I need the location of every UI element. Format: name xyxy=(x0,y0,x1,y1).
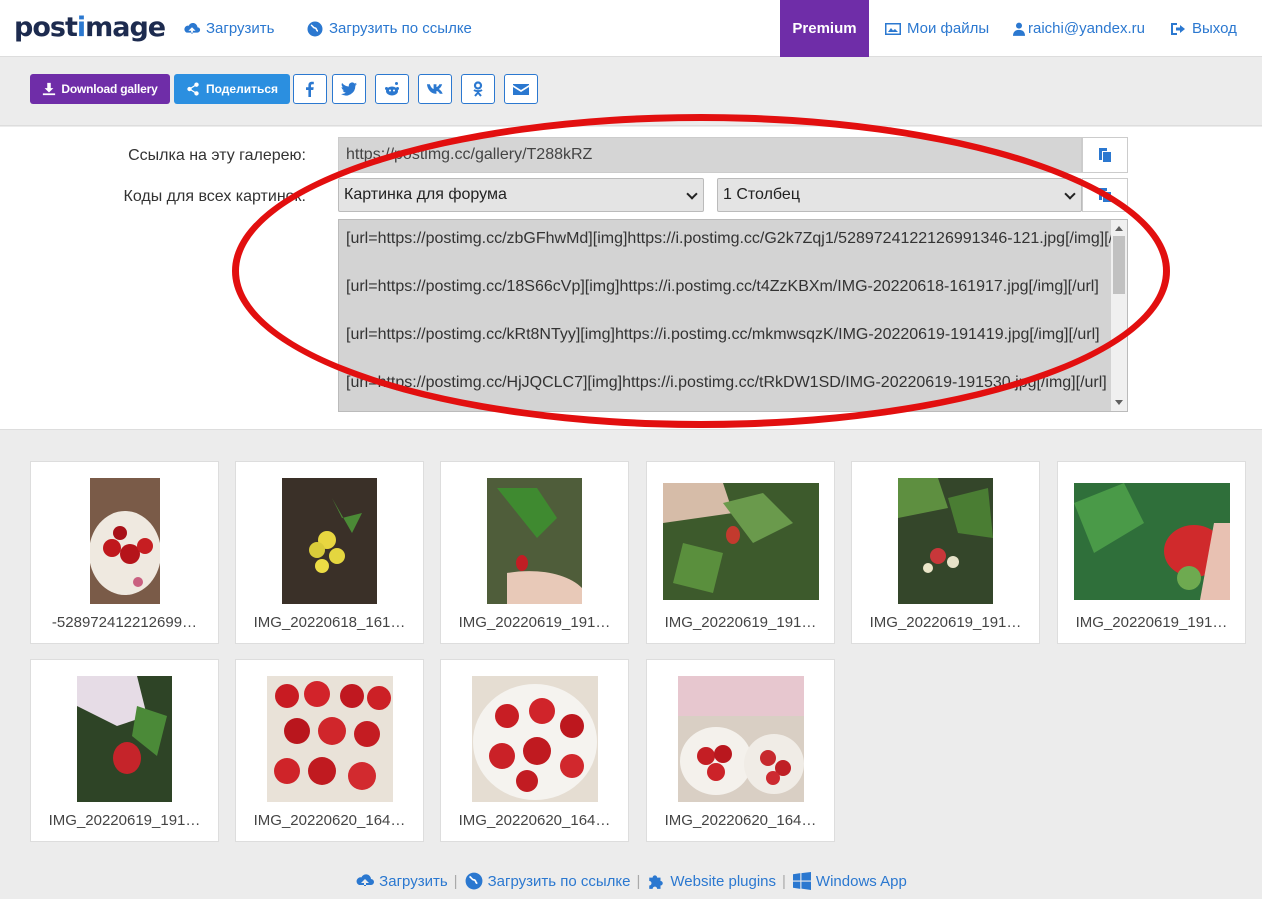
photo-thumbnail[interactable] xyxy=(1073,482,1230,600)
nav-account[interactable]: raichi@yandex.ru xyxy=(1013,20,1145,37)
premium-button[interactable]: Premium xyxy=(780,0,869,57)
chevron-down-icon xyxy=(1064,188,1076,200)
image-caption: IMG_20220618_161… xyxy=(253,614,406,631)
gallery-codes-panel: Ссылка на эту галерею: https://postimg.c… xyxy=(0,127,1262,430)
footer-separator: | xyxy=(453,872,458,890)
codes-textarea[interactable]: [url=https://postimg.cc/zbGFhwMd][img]ht… xyxy=(338,219,1128,412)
facebook-share-button[interactable] xyxy=(293,74,327,104)
odnoklassniki-icon xyxy=(473,81,483,97)
gallery-card[interactable]: IMG_20220619_191… xyxy=(646,461,835,644)
gallery-card[interactable]: IMG_20220619_191… xyxy=(30,659,219,842)
photo-thumbnail[interactable] xyxy=(266,676,393,802)
textarea-scrollbar[interactable] xyxy=(1111,220,1127,411)
top-navbar: postimage Загрузить Загрузить по ссылке … xyxy=(0,0,1262,57)
nav-my-files[interactable]: Мои файлы xyxy=(884,20,989,37)
puzzle-icon xyxy=(649,875,664,889)
copy-gallery-link-button[interactable] xyxy=(1082,137,1128,173)
cloud-upload-icon xyxy=(356,874,375,886)
gallery-card[interactable]: IMG_20220619_191… xyxy=(1057,461,1246,644)
gallery-link-field[interactable]: https://postimg.cc/gallery/T288kRZ xyxy=(338,137,1082,173)
image-caption: IMG_20220620_164… xyxy=(664,812,817,829)
image-caption: IMG_20220619_191… xyxy=(458,614,611,631)
code-line: [url=https://postimg.cc/HjJQCLC7][img]ht… xyxy=(346,374,1107,391)
scrollbar-thumb[interactable] xyxy=(1113,236,1125,294)
photo-thumbnail[interactable] xyxy=(77,676,172,802)
twitter-icon xyxy=(341,82,357,96)
photo-thumbnail[interactable] xyxy=(677,676,804,802)
code-line: [url=https://postimg.cc/kRt8NTyy][img]ht… xyxy=(346,326,1100,343)
code-line: [url=https://postimg.cc/18S66cVp][img]ht… xyxy=(346,278,1099,295)
gallery-card[interactable]: IMG_20220620_164… xyxy=(646,659,835,842)
image-caption: IMG_20220620_164… xyxy=(253,812,406,829)
globe-icon xyxy=(465,872,483,890)
chevron-down-icon xyxy=(686,188,698,200)
globe-icon xyxy=(307,21,323,36)
sign-out-icon xyxy=(1171,22,1185,35)
reddit-share-button[interactable] xyxy=(375,74,409,104)
photo-thumbnail[interactable] xyxy=(898,478,993,604)
share-button[interactable]: Поделиться xyxy=(174,74,290,104)
gallery-card[interactable]: IMG_20220619_191… xyxy=(851,461,1040,644)
image-icon xyxy=(885,22,901,35)
vk-icon xyxy=(426,84,443,94)
footer-website-plugins[interactable]: Website plugins xyxy=(646,872,776,890)
copy-icon xyxy=(1099,188,1111,202)
footer-upload-link[interactable]: Загрузить xyxy=(355,872,448,890)
reddit-icon xyxy=(385,82,399,96)
footer-upload-by-link[interactable]: Загрузить по ссылке xyxy=(464,872,630,890)
nav-upload-by-link[interactable]: Загрузить по ссылке xyxy=(306,20,472,37)
download-gallery-button[interactable]: Download gallery xyxy=(30,74,170,104)
image-caption: IMG_20220619_191… xyxy=(869,614,1022,631)
twitter-share-button[interactable] xyxy=(332,74,366,104)
photo-thumbnail[interactable] xyxy=(282,478,377,604)
code-format-select[interactable]: Картинка для форума xyxy=(338,178,704,212)
code-line: [url=https://postimg.cc/zbGFhwMd][img]ht… xyxy=(346,230,1128,247)
codes-label: Коды для всех картинок: xyxy=(123,188,306,205)
odnoklassniki-share-button[interactable] xyxy=(461,74,495,104)
image-caption: IMG_20220619_191… xyxy=(48,812,201,829)
cloud-upload-icon xyxy=(184,22,201,33)
image-caption: -528972412212699… xyxy=(51,614,198,631)
scroll-up-arrow-icon[interactable] xyxy=(1115,226,1123,231)
vk-share-button[interactable] xyxy=(418,74,452,104)
footer-links: Загрузить | Загрузить по ссылке | Websit… xyxy=(0,872,1262,890)
windows-icon xyxy=(792,872,811,890)
gallery-card[interactable]: IMG_20220619_191… xyxy=(440,461,629,644)
postimage-logo[interactable]: postimage xyxy=(14,12,166,43)
copy-codes-button[interactable] xyxy=(1082,178,1128,212)
footer-separator: | xyxy=(782,872,786,890)
footer-windows-app[interactable]: Windows App xyxy=(792,872,907,890)
photo-thumbnail[interactable] xyxy=(662,482,819,600)
share-toolbar: Download gallery Поделиться xyxy=(0,58,1262,126)
image-caption: IMG_20220619_191… xyxy=(1075,614,1228,631)
columns-select[interactable]: 1 Столбец xyxy=(717,178,1082,212)
photo-thumbnail[interactable] xyxy=(487,478,582,604)
copy-icon xyxy=(1099,148,1111,162)
gallery-card[interactable]: -528972412212699… xyxy=(30,461,219,644)
photo-thumbnail[interactable] xyxy=(89,478,160,604)
nav-logout[interactable]: Выход xyxy=(1169,20,1237,37)
gallery-card[interactable]: IMG_20220620_164… xyxy=(440,659,629,842)
gallery-card[interactable]: IMG_20220620_164… xyxy=(235,659,424,842)
gallery-card[interactable]: IMG_20220618_161… xyxy=(235,461,424,644)
gallery-link-label: Ссылка на эту галерею: xyxy=(128,147,306,164)
user-icon xyxy=(1013,22,1025,36)
nav-upload-link[interactable]: Загрузить xyxy=(183,20,275,37)
share-icon xyxy=(187,82,199,96)
photo-thumbnail[interactable] xyxy=(471,676,598,802)
footer-separator: | xyxy=(636,872,641,890)
image-caption: IMG_20220619_191… xyxy=(664,614,817,631)
email-share-button[interactable] xyxy=(504,74,538,104)
scroll-down-arrow-icon[interactable] xyxy=(1115,400,1123,405)
mail-icon xyxy=(513,84,529,95)
image-caption: IMG_20220620_164… xyxy=(458,812,611,829)
download-icon xyxy=(43,82,56,96)
facebook-icon xyxy=(306,81,314,97)
